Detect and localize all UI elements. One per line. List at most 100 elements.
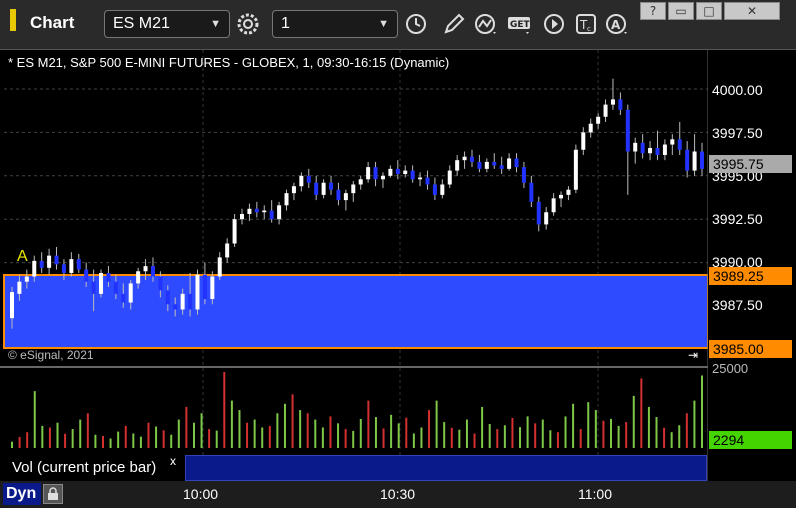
interval-value: 1 — [281, 15, 290, 32]
candle — [373, 161, 378, 187]
candle — [625, 104, 630, 195]
candle — [432, 177, 437, 201]
price-axis[interactable]: 4000.00 3997.50 3995.00 3992.50 3990.00 … — [708, 50, 796, 481]
play-icon[interactable] — [540, 10, 568, 38]
candle — [314, 175, 319, 201]
study-wave-icon[interactable] — [472, 10, 500, 38]
copyright: © eSignal, 2021 — [8, 348, 94, 362]
price-tick: 3997.50 — [712, 125, 763, 141]
candle — [329, 175, 334, 195]
time-axis[interactable]: 10:00 10:30 11:00 — [0, 481, 796, 508]
candle — [640, 134, 645, 159]
volume-axis-top: 25000 — [712, 361, 749, 376]
candle — [99, 269, 104, 298]
candle — [633, 137, 638, 164]
zone-high-tag: 3989.25 — [709, 267, 792, 285]
candle — [492, 153, 497, 169]
candle — [336, 182, 341, 206]
candle — [277, 201, 282, 225]
candle — [455, 154, 460, 176]
candle — [150, 257, 155, 282]
candle — [462, 151, 467, 169]
current-price-tag: 3995.75 — [709, 155, 792, 173]
marker-label: A — [17, 248, 28, 265]
candle — [507, 153, 512, 171]
svg-text:A: A — [611, 18, 621, 32]
pencil-draw-icon[interactable] — [440, 10, 468, 38]
app-color-marker — [10, 9, 16, 31]
candle — [440, 179, 445, 199]
candle — [447, 165, 452, 188]
candle — [180, 288, 185, 315]
svg-text:c: c — [587, 25, 591, 33]
candle — [54, 246, 59, 270]
restore-icon[interactable]: ▭ — [668, 2, 694, 20]
candle — [581, 127, 586, 155]
candle — [299, 172, 304, 192]
candle — [84, 262, 89, 287]
close-icon[interactable]: ✕ — [724, 2, 780, 20]
candle — [113, 274, 118, 300]
symbol-selector[interactable]: ES M21 ▼ — [104, 10, 230, 38]
candle — [188, 273, 193, 317]
candle — [232, 213, 237, 247]
candle — [395, 160, 400, 180]
lock-icon[interactable] — [43, 484, 63, 504]
app-title: Chart — [30, 13, 75, 32]
volume-current-tag: 2294 — [709, 431, 792, 449]
candle — [106, 266, 111, 287]
price-chart[interactable] — [0, 0, 796, 508]
candle — [677, 121, 682, 155]
time-tick: 10:00 — [183, 486, 219, 502]
candle — [240, 208, 244, 225]
candle — [648, 141, 653, 161]
candle — [514, 153, 519, 173]
candle — [195, 269, 200, 315]
candle — [484, 158, 489, 173]
candle — [10, 286, 14, 329]
candle — [470, 149, 474, 168]
candle — [210, 271, 215, 305]
volume-study-label[interactable]: Vol (current price bar) — [6, 455, 176, 481]
candle — [655, 130, 660, 161]
alert-icon[interactable]: A — [604, 10, 632, 38]
dynamic-mode-button[interactable]: Dyn — [3, 483, 41, 505]
candle — [403, 165, 408, 178]
time-tick: 10:30 — [380, 486, 416, 502]
candle — [306, 168, 311, 188]
candle — [269, 200, 274, 223]
chart-header: * ES M21, S&P 500 E-MINI FUTURES - GLOBE… — [8, 55, 450, 70]
candle — [173, 297, 178, 317]
candle — [388, 165, 393, 178]
candle — [39, 252, 44, 274]
get-data-icon[interactable]: GET — [506, 10, 534, 38]
candle — [521, 161, 526, 188]
candle — [603, 99, 608, 122]
candle — [410, 165, 415, 183]
help-icon[interactable]: ? — [640, 2, 666, 20]
scroll-to-end-icon[interactable]: ⇥ — [688, 348, 698, 362]
candle — [121, 283, 126, 308]
symbol-value: ES M21 — [113, 15, 170, 32]
candle — [262, 205, 267, 220]
candle — [685, 141, 690, 178]
settings-gear-icon[interactable] — [234, 10, 262, 38]
candle — [573, 144, 578, 194]
chevron-down-icon: ▼ — [210, 18, 221, 30]
candle — [700, 142, 704, 176]
candle — [618, 92, 623, 116]
candle — [499, 156, 504, 175]
candle — [529, 175, 534, 208]
text-tool-icon[interactable]: Tc — [572, 10, 600, 38]
candle — [380, 172, 385, 188]
candle — [69, 252, 74, 277]
candle — [692, 134, 697, 176]
candle — [418, 172, 423, 187]
candle — [343, 189, 348, 211]
time-tick: 11:00 — [578, 486, 612, 502]
interval-selector[interactable]: 1 ▼ — [272, 10, 398, 38]
clock-icon[interactable] — [402, 10, 430, 38]
candle — [225, 238, 230, 263]
close-study-icon[interactable]: x — [170, 454, 176, 468]
maximize-icon[interactable]: □ — [696, 2, 722, 20]
